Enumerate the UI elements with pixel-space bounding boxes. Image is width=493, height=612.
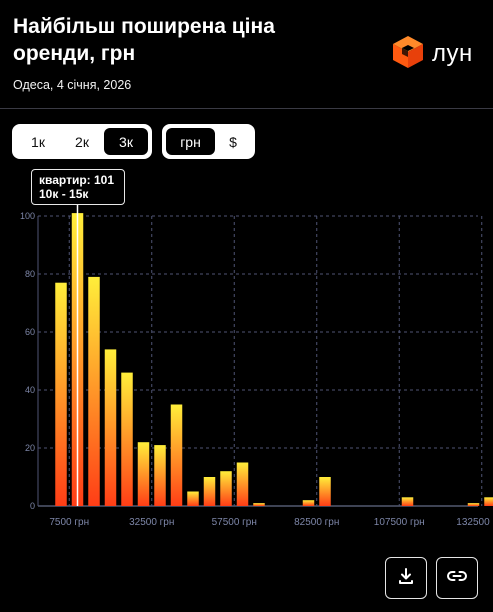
header: Найбільш поширена ціна оренди, грн Одеса… <box>0 0 493 108</box>
tab-usd[interactable]: $ <box>215 128 251 155</box>
page-subtitle: Одеса, 4 січня, 2026 <box>13 78 132 92</box>
y-tick-label: 40 <box>25 385 35 395</box>
histogram-bar <box>88 276 100 506</box>
histogram-bar <box>319 477 331 506</box>
download-icon <box>396 566 416 591</box>
histogram-bar <box>137 442 150 506</box>
histogram-bar <box>170 404 183 506</box>
tab-uah[interactable]: грн <box>166 128 215 155</box>
x-tick-label: 32500 грн <box>129 517 174 528</box>
histogram-bar <box>484 497 493 506</box>
orange-cube-icon <box>392 35 424 74</box>
histogram-bar <box>55 282 67 506</box>
page-title: Найбільш поширена ціна оренди, грн <box>13 15 275 65</box>
copy-link-button[interactable] <box>436 557 478 599</box>
x-tick-label: 7500 грн <box>49 517 89 528</box>
x-tick-label: 132500 грн <box>456 517 493 528</box>
download-button[interactable] <box>385 557 427 599</box>
logo-text: лун <box>432 40 473 67</box>
room-count-selector: 1к 2к 3к <box>12 124 152 159</box>
header-divider <box>0 108 493 109</box>
histogram-bar <box>220 471 232 506</box>
histogram-bar <box>467 503 480 506</box>
y-tick-label: 20 <box>25 443 35 453</box>
y-tick-label: 80 <box>25 269 35 279</box>
tooltip-count: квартир: 101 <box>39 173 115 187</box>
price-histogram-chart: 0 20 40 60 80 100 7500 грн 32500 грн 57500 грн 82… <box>20 205 493 528</box>
x-tick-label: 57500 грн <box>212 517 257 528</box>
logo[interactable]: лун <box>392 35 473 74</box>
y-tick-label: 100 <box>20 211 35 221</box>
histogram-bar <box>203 477 216 506</box>
histogram-bar <box>401 497 414 506</box>
histogram-bar <box>187 491 199 506</box>
tooltip-range: 10к - 15к <box>39 187 89 201</box>
x-tick-label: 107500 грн <box>374 517 425 528</box>
histogram-bar <box>302 500 315 506</box>
tab-2k[interactable]: 2к <box>60 128 104 155</box>
histogram-bar <box>236 462 249 506</box>
histogram-bar <box>154 445 166 506</box>
link-icon <box>446 569 468 588</box>
tab-3k[interactable]: 3к <box>104 128 148 155</box>
tab-1k[interactable]: 1к <box>16 128 60 155</box>
chart-tooltip: квартир: 101 10к - 15к <box>31 169 125 205</box>
histogram-bar <box>253 503 265 506</box>
x-tick-label: 82500 грн <box>294 517 339 528</box>
currency-selector: грн $ <box>162 124 255 159</box>
y-tick-label: 60 <box>25 327 35 337</box>
y-tick-label: 0 <box>30 501 35 511</box>
histogram-bar <box>104 349 117 506</box>
histogram-bar <box>121 372 133 506</box>
